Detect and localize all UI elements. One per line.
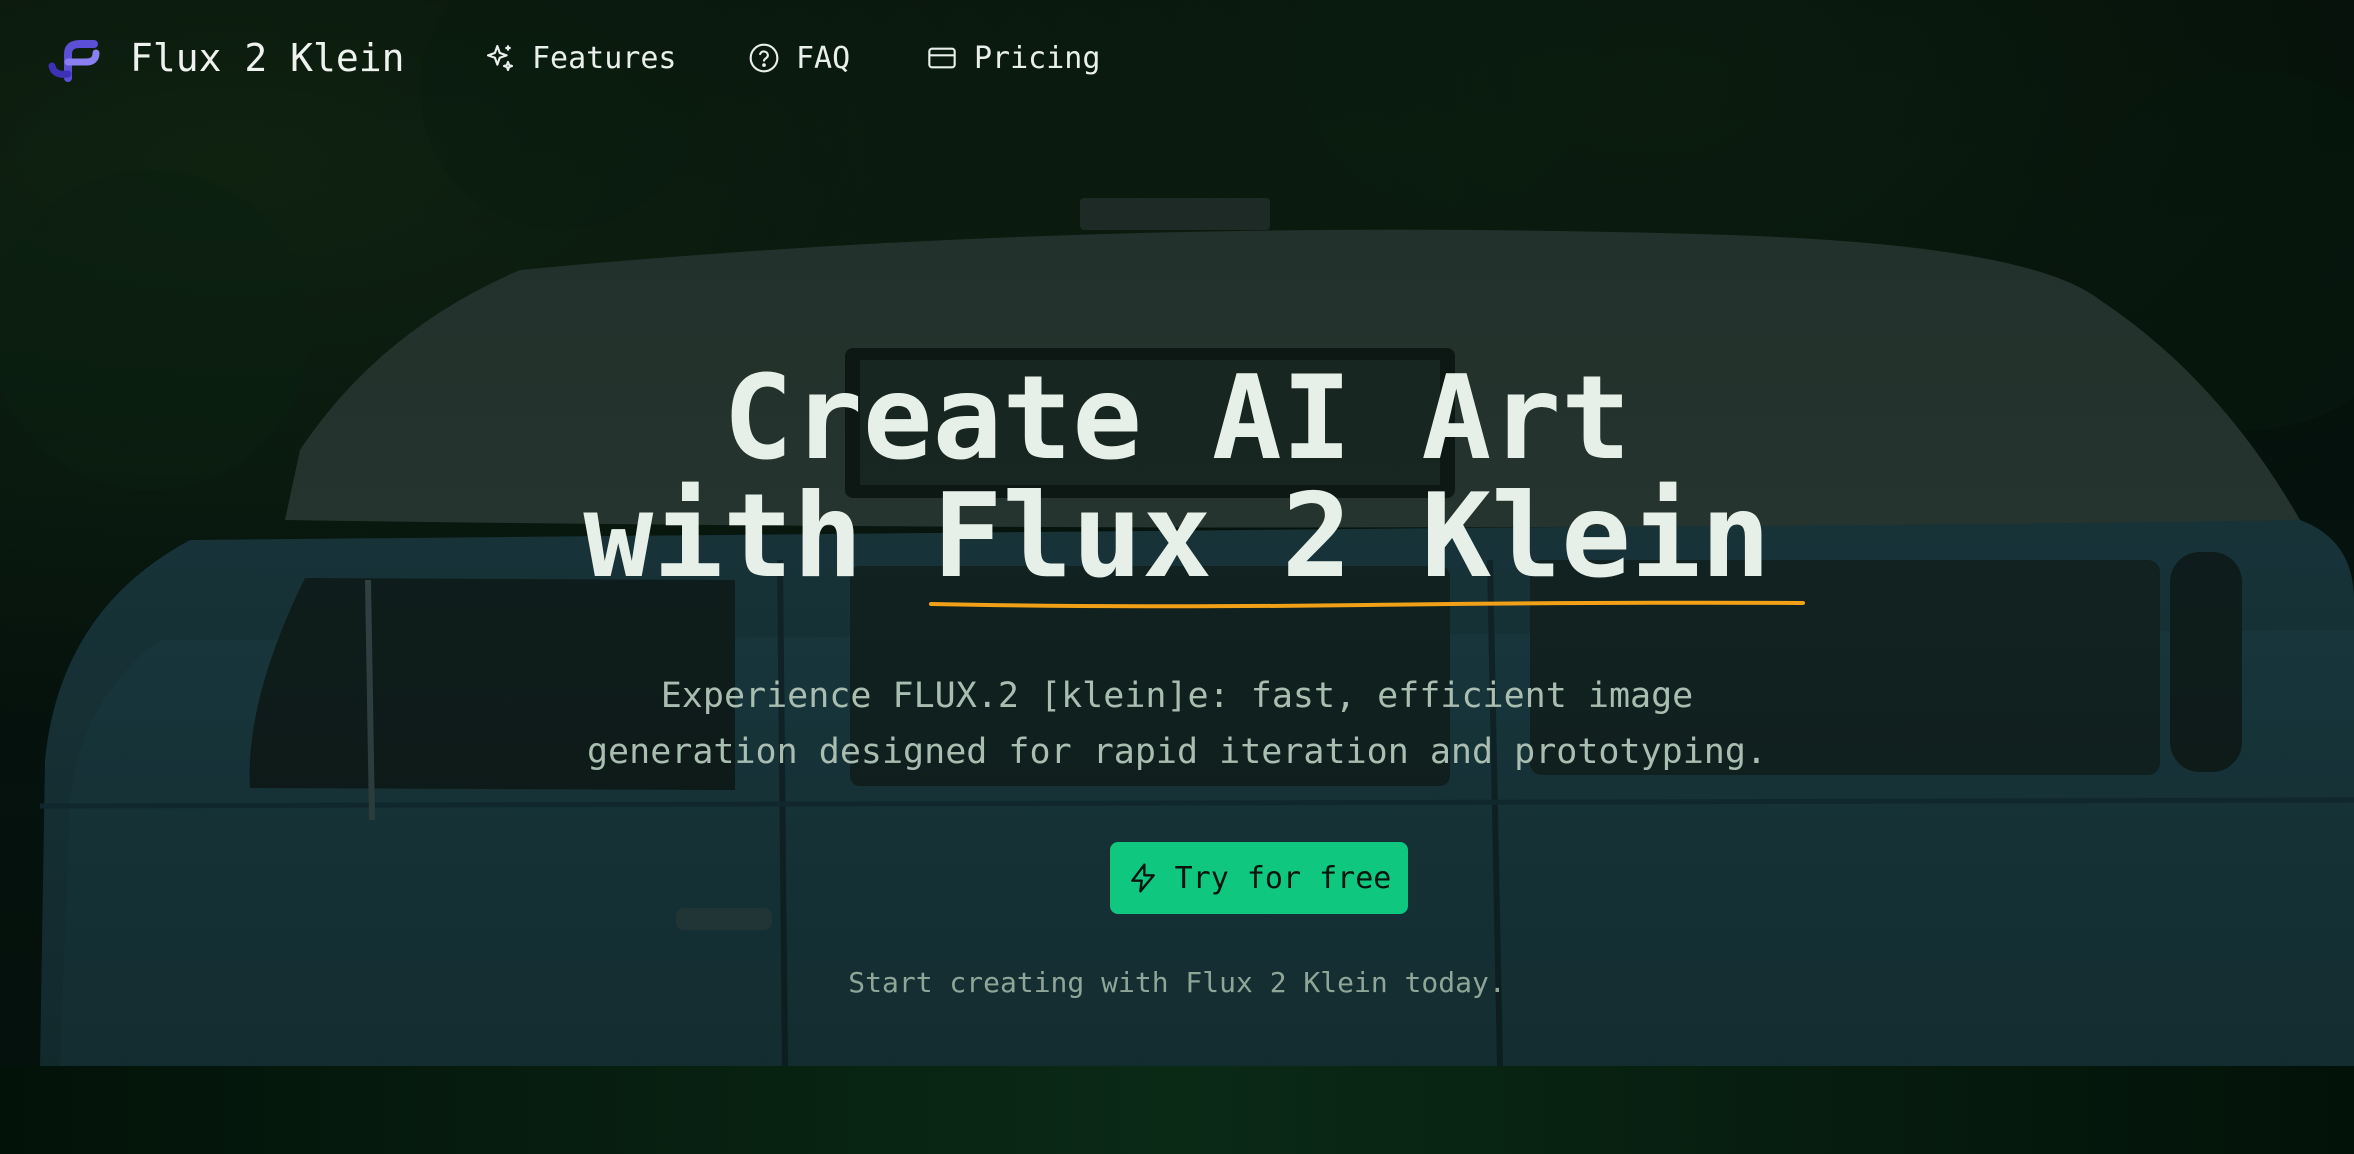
subtitle-line-2: generation designed for rapid iteration … (586, 732, 1768, 772)
hero-headline: Create AI Art with Flux 2 Klein (0, 351, 2354, 609)
nav-item-label: Features (532, 40, 677, 76)
try-for-free-button[interactable]: Try for free (1110, 842, 1408, 914)
help-circle-icon (749, 43, 779, 73)
headline-highlight-text: Flux 2 Klein (932, 469, 1771, 604)
brand-name[interactable]: Flux 2 Klein (130, 36, 405, 80)
nav-item-faq[interactable]: FAQ (748, 38, 850, 78)
cta-label: Try for free (1174, 860, 1392, 896)
subtitle-line-1: Experience FLUX.2 [klein]e: fast, effici… (660, 676, 1694, 716)
hero-subtitle: Experience FLUX.2 [klein]e: fast, effici… (0, 668, 2354, 780)
sparkles-icon (486, 44, 514, 72)
credit-card-icon (928, 47, 956, 69)
next-section-band (0, 1066, 2354, 1154)
hero-tagline: Start creating with Flux 2 Klein today. (848, 966, 1506, 999)
highlight-underline (928, 600, 1805, 609)
zap-icon (1130, 863, 1155, 893)
headline-highlight: Flux 2 Klein (928, 478, 1805, 609)
headline-line-2: with Flux 2 Klein (0, 478, 2354, 609)
headline-prefix: with (583, 469, 933, 604)
nav-item-label: Pricing (974, 40, 1101, 76)
nav-item-pricing[interactable]: Pricing (926, 38, 1100, 78)
nav-item-label: FAQ (796, 40, 851, 76)
top-navigation: Flux 2 Klein Features FAQ Pricing (0, 0, 2354, 118)
nav-item-features[interactable]: Features (484, 38, 677, 78)
headline-line-1: Create AI Art (723, 351, 1631, 486)
flux-logo-icon[interactable] (46, 36, 102, 86)
